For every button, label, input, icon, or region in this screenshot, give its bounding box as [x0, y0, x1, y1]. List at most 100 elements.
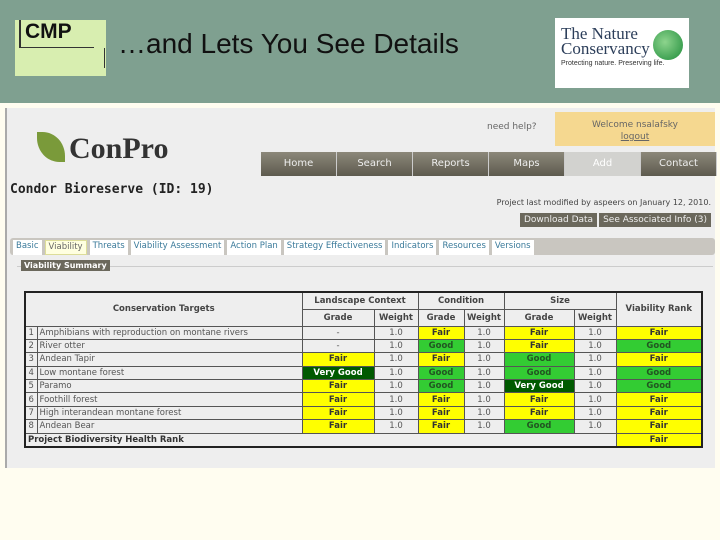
row-index: 6	[24, 392, 38, 407]
col-viability-rank: Viability Rank	[615, 291, 703, 327]
condition-grade: Fair	[417, 419, 465, 434]
table-row: 5 Paramo Fair 1.0 Good 1.0 Very Good 1.0 Good	[24, 379, 703, 394]
nav-maps[interactable]: Maps	[489, 152, 565, 176]
condition-grade: Fair	[417, 405, 465, 421]
col-grade: Grade	[301, 308, 375, 327]
viability-rank: Good	[615, 338, 703, 354]
tab-indicators[interactable]: Indicators	[388, 240, 437, 255]
health-rank-value: Fair	[615, 432, 703, 448]
tab-viability-assessment[interactable]: Viability Assessment	[130, 240, 225, 255]
table-row: 2 River otter -1.0 Good 1.0 Fair 1.0 Good	[24, 338, 703, 354]
viability-rank: Fair	[615, 419, 703, 434]
lc-weight: 1.0	[373, 379, 419, 394]
lc-weight: 1.0	[373, 325, 419, 340]
row-index: 3	[24, 352, 38, 367]
conpro-logo: ConPro	[37, 132, 168, 166]
size-grade: Good	[503, 352, 575, 367]
leaf-icon	[37, 132, 65, 162]
size-weight: 1.0	[573, 405, 617, 421]
lc-weight: 1.0	[373, 352, 419, 367]
lc-grade: -	[301, 325, 375, 340]
nav-home[interactable]: Home	[261, 152, 337, 176]
table-row: 6 Foothill forest Fair 1.0 Fair 1.0 Fair 1.0 Fai…	[24, 392, 703, 407]
health-rank-label: Project Biodiversity Health Rank	[24, 432, 617, 448]
col-size: Size	[503, 291, 617, 310]
project-title: Condor Bioreserve (ID: 19)	[10, 182, 214, 197]
size-grade: Fair	[503, 392, 575, 407]
target-name[interactable]: Amphibians with reproduction on montane …	[36, 325, 303, 340]
col-weight: Weight	[373, 308, 419, 327]
condition-weight: 1.0	[463, 338, 505, 354]
tab-strategy-effectiveness[interactable]: Strategy Effectiveness	[283, 240, 386, 255]
size-grade: Good	[503, 365, 575, 381]
target-name[interactable]: High interandean montane forest	[36, 405, 303, 421]
target-name[interactable]: Andean Tapir	[36, 352, 303, 367]
condition-grade: Good	[417, 379, 465, 394]
row-index: 2	[24, 338, 38, 354]
tab-threats[interactable]: Threats	[89, 240, 128, 255]
size-grade: Fair	[503, 405, 575, 421]
associated-info-button[interactable]: See Associated Info (3)	[599, 213, 711, 227]
nav-search[interactable]: Search	[337, 152, 413, 176]
viability-rank: Good	[615, 379, 703, 394]
lc-grade: Very Good	[301, 365, 375, 381]
condition-weight: 1.0	[463, 392, 505, 407]
table-row: 3 Andean Tapir Fair 1.0 Fair 1.0 Good 1.0 Fair	[24, 352, 703, 367]
cmp-logo: CMP	[15, 20, 106, 76]
size-weight: 1.0	[573, 392, 617, 407]
tab-viability[interactable]: Viability	[44, 240, 87, 255]
lc-weight: 1.0	[373, 405, 419, 421]
lc-weight: 1.0	[373, 419, 419, 434]
download-data-button[interactable]: Download Data	[519, 213, 598, 227]
condition-weight: 1.0	[463, 352, 505, 367]
condition-weight: 1.0	[463, 379, 505, 394]
target-name[interactable]: Foothill forest	[36, 392, 303, 407]
lc-grade: Fair	[301, 419, 375, 434]
condition-weight: 1.0	[463, 419, 505, 434]
lc-grade: Fair	[301, 392, 375, 407]
logout-link[interactable]: logout	[621, 132, 649, 142]
lc-grade: -	[301, 338, 375, 354]
lc-grade: Fair	[301, 352, 375, 367]
tnc-tagline: Protecting nature. Preserving life.	[561, 60, 665, 67]
slide-header: CMP …and Lets You See Details The Nature…	[0, 0, 720, 103]
lc-grade: Fair	[301, 379, 375, 394]
condition-weight: 1.0	[463, 325, 505, 340]
table-row: 4 Low montane forest Very Good 1.0 Good 1.0 Go…	[24, 365, 703, 381]
condition-grade: Fair	[417, 352, 465, 367]
row-index: 8	[24, 419, 38, 434]
condition-grade: Good	[417, 338, 465, 354]
viability-rank: Fair	[615, 392, 703, 407]
nav-reports[interactable]: Reports	[413, 152, 489, 176]
lc-weight: 1.0	[373, 392, 419, 407]
table-row: 8 Andean Bear Fair 1.0 Fair 1.0 Good 1.0 Fair	[24, 419, 703, 434]
tab-versions[interactable]: Versions	[491, 240, 534, 255]
row-index: 5	[24, 379, 38, 394]
nav-contact[interactable]: Contact	[641, 152, 717, 176]
main-nav: Home Search Reports Maps Add Contact	[261, 152, 717, 176]
row-index: 7	[24, 405, 38, 421]
condition-grade: Fair	[417, 325, 465, 340]
size-weight: 1.0	[573, 352, 617, 367]
tab-action-plan[interactable]: Action Plan	[227, 240, 281, 255]
row-index: 1	[24, 325, 38, 340]
lc-weight: 1.0	[373, 338, 419, 354]
col-targets: Conservation Targets	[24, 291, 303, 327]
tab-basic[interactable]: Basic	[13, 240, 42, 255]
target-name[interactable]: Low montane forest	[36, 365, 303, 381]
size-grade: Fair	[503, 338, 575, 354]
globe-icon	[653, 30, 683, 60]
tnc-logo: The Nature Conservancy Protecting nature…	[555, 18, 689, 88]
tab-resources[interactable]: Resources	[439, 240, 489, 255]
target-name[interactable]: River otter	[36, 338, 303, 354]
row-index: 4	[24, 365, 38, 381]
target-name[interactable]: Andean Bear	[36, 419, 303, 434]
viability-rank: Good	[615, 365, 703, 381]
logo-text: ConPro	[69, 132, 169, 165]
target-name[interactable]: Paramo	[36, 379, 303, 394]
help-link[interactable]: need help?	[487, 122, 537, 132]
col-condition: Condition	[417, 291, 505, 310]
table-row: 1 Amphibians with reproduction on montane…	[24, 325, 703, 340]
col-landscape-context: Landscape Context	[301, 291, 419, 310]
nav-add[interactable]: Add	[565, 152, 641, 176]
